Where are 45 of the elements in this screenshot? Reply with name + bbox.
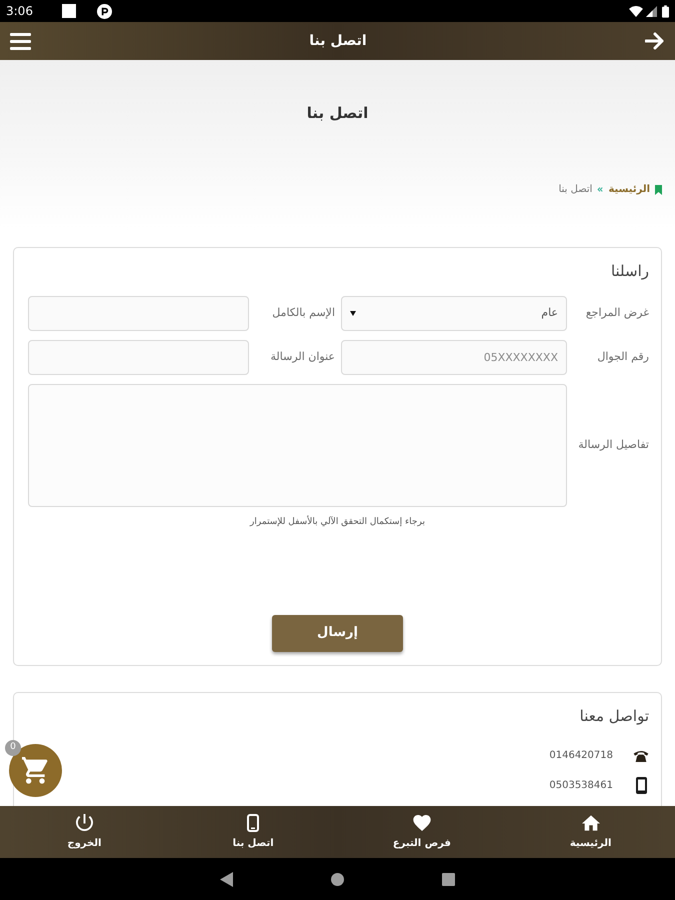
back-icon[interactable] [220, 872, 233, 886]
mobile-phone-icon [636, 777, 646, 794]
submit-button[interactable]: إرسال [272, 614, 403, 652]
back-arrow-icon[interactable] [644, 32, 665, 50]
notification-icon [62, 4, 76, 18]
text-input[interactable]: 05XXXXXXXX [341, 340, 567, 375]
text-input[interactable] [28, 340, 249, 375]
breadcrumb-separator-icon [597, 187, 604, 192]
breadcrumb-link[interactable]: الرئيسية [608, 182, 650, 197]
home-icon [582, 814, 600, 830]
page-title: اتصل بنا [306, 103, 368, 124]
field-label: الإسم بالكامل [271, 305, 335, 322]
cart-icon [22, 756, 50, 784]
telephone-icon [633, 748, 649, 762]
app-notification-icon [96, 4, 112, 18]
verification-note: برجاء إستكمال التحقق الآلي بالأسفل للإستمرار [248, 516, 426, 529]
home-button-icon[interactable] [331, 872, 344, 886]
field-label: عنوان الرسالة [270, 349, 335, 366]
field-label: رقم الجوال [596, 349, 649, 366]
phone-number: 0146420718 [549, 749, 613, 763]
bottom-nav-item[interactable]: فرص التبرع [338, 806, 506, 858]
text-input[interactable] [28, 296, 249, 331]
bottom-nav-item[interactable]: اتصل بنا [168, 806, 338, 858]
wifi-icon [629, 6, 643, 16]
bottom-nav-item[interactable]: الخروج [0, 806, 169, 858]
contact-title: تواصل معنا [578, 706, 649, 726]
caret-icon [350, 311, 356, 316]
field-label: غرض المراجع [584, 305, 649, 322]
bottom-nav-item[interactable]: الرئيسية [506, 806, 675, 858]
form-title: راسلنا [610, 261, 649, 281]
menu-icon[interactable] [10, 32, 31, 50]
heart-icon [412, 814, 431, 830]
signal-icon [646, 6, 657, 16]
breadcrumb-current: اتصل بنا [558, 183, 592, 197]
cart-count-badge: 0 [5, 740, 21, 756]
app-bar-title: اتصل بنا [309, 32, 367, 50]
mobile-phone-icon [247, 814, 260, 832]
field-label: تفاصيل الرسالة [577, 437, 649, 454]
status-time: 3:06 [6, 5, 33, 17]
battery-icon [662, 4, 669, 18]
recents-icon[interactable] [442, 872, 455, 886]
bookmark-icon [655, 184, 662, 194]
power-icon [76, 814, 93, 831]
dropdown-field[interactable]: عام [341, 296, 567, 331]
phone-number: 0503538461 [549, 779, 613, 793]
